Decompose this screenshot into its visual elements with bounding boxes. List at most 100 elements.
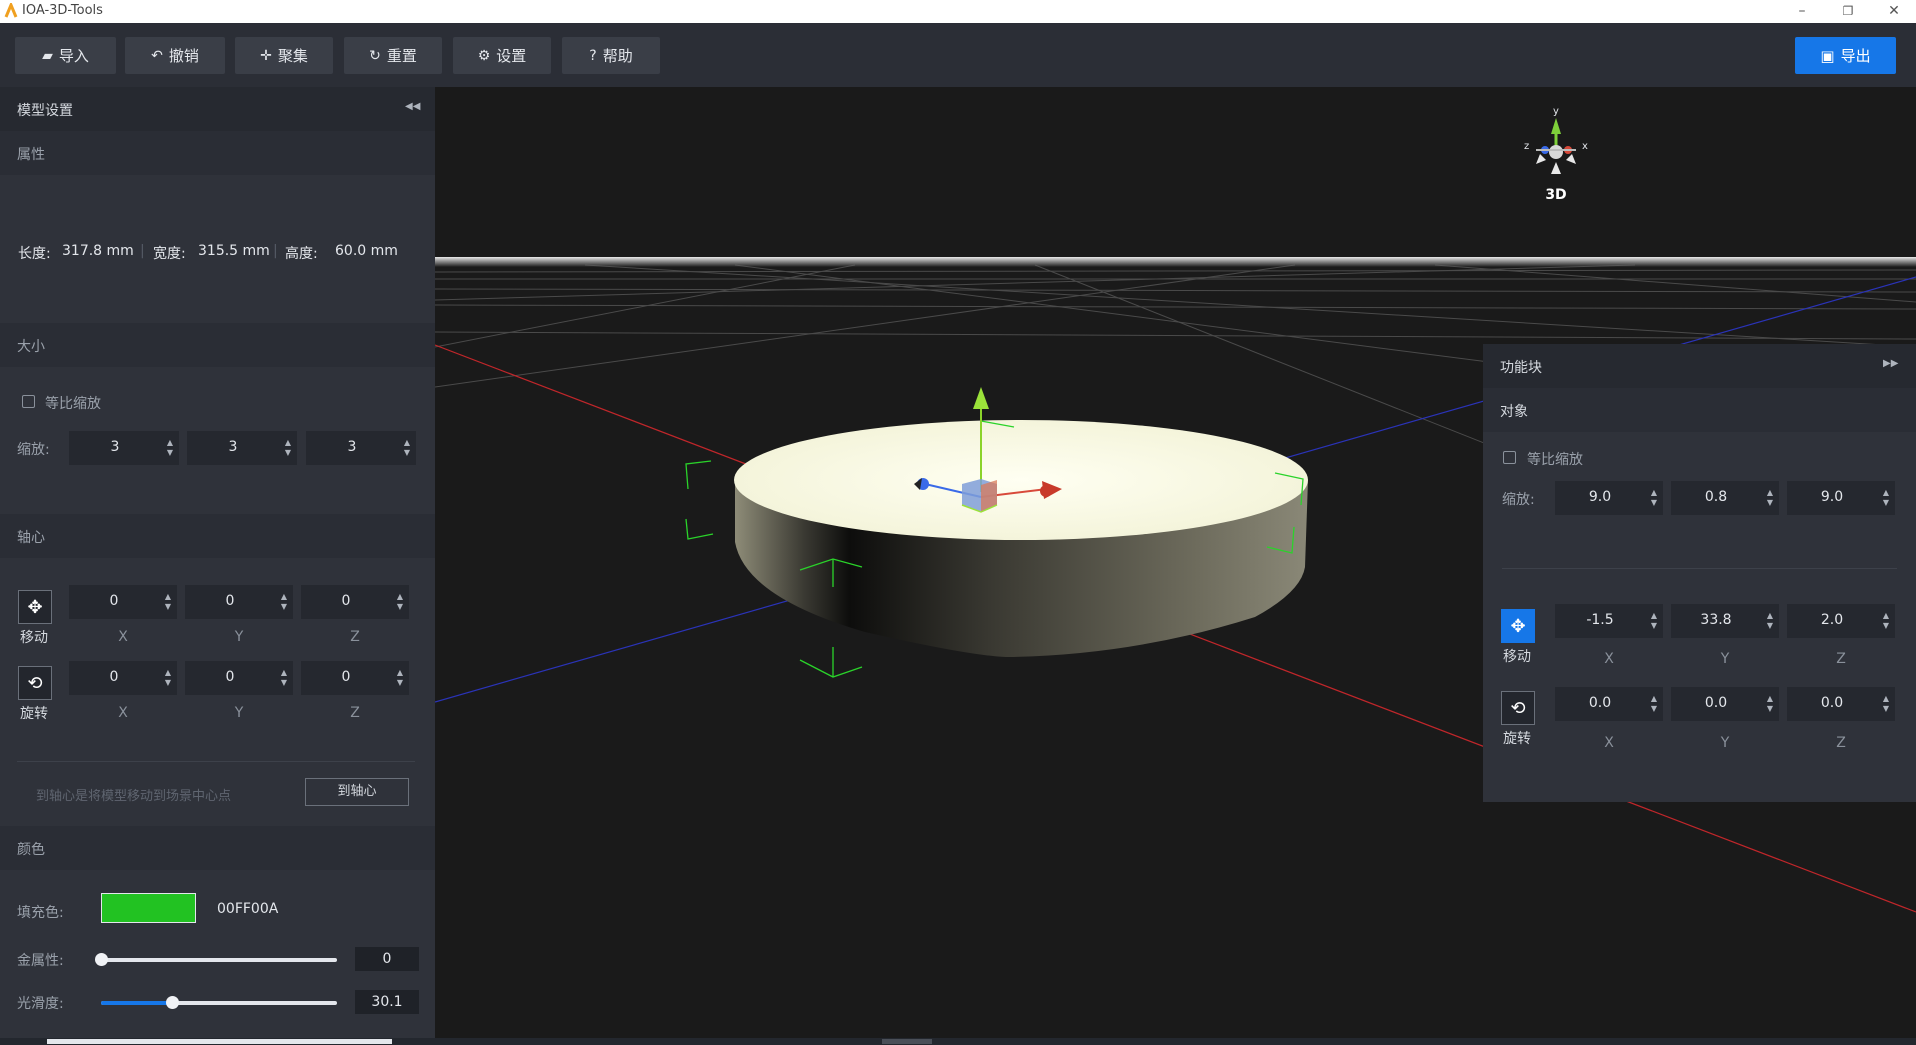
orientation-gizmo[interactable]: y z x 3D bbox=[1520, 106, 1592, 207]
help-label: 帮助 bbox=[602, 47, 633, 65]
undo-button[interactable]: ↶ 撤销 bbox=[125, 37, 225, 74]
proportional-scale-checkbox[interactable] bbox=[22, 395, 35, 408]
cylinder-top[interactable] bbox=[734, 420, 1308, 540]
spin-up-icon[interactable]: ▲ bbox=[397, 593, 403, 601]
spin-up-icon[interactable]: ▲ bbox=[167, 439, 173, 447]
right-proportional-checkbox[interactable] bbox=[1503, 451, 1516, 464]
spin-up-icon[interactable]: ▲ bbox=[281, 669, 287, 677]
scale-y-input[interactable]: 3 ▲ ▼ bbox=[187, 431, 297, 465]
gizmo-y-arrow-icon[interactable] bbox=[973, 387, 989, 409]
spin-up-icon[interactable]: ▲ bbox=[1767, 489, 1773, 497]
object-scale-x-value: 9.0 bbox=[1588, 489, 1612, 505]
viewport-scrollbar-thumb[interactable] bbox=[882, 1039, 932, 1044]
expand-icon[interactable]: ▶▶ bbox=[1883, 358, 1898, 369]
spin-down-icon[interactable]: ▼ bbox=[165, 603, 171, 611]
spin-up-icon[interactable]: ▲ bbox=[1767, 612, 1773, 620]
reset-button[interactable]: ↻ 重置 bbox=[344, 37, 442, 74]
object-scale-x-input[interactable]: 9.0 ▲ ▼ bbox=[1555, 481, 1663, 515]
to-pivot-button[interactable]: 到轴心 bbox=[305, 778, 409, 806]
spin-down-icon[interactable]: ▼ bbox=[1883, 705, 1889, 713]
export-button[interactable]: ▣ 导出 bbox=[1795, 37, 1896, 74]
spin-up-icon[interactable]: ▲ bbox=[1651, 612, 1657, 620]
spin-down-icon[interactable]: ▼ bbox=[397, 679, 403, 687]
object-rotate-z-input[interactable]: 0.0 ▲ ▼ bbox=[1787, 687, 1895, 721]
divider: | bbox=[273, 243, 278, 259]
spin-up-icon[interactable]: ▲ bbox=[165, 593, 171, 601]
smooth-slider-knob[interactable] bbox=[166, 996, 180, 1009]
spin-up-icon[interactable]: ▲ bbox=[281, 593, 287, 601]
spin-down-icon[interactable]: ▼ bbox=[1767, 705, 1773, 713]
spin-down-icon[interactable]: ▼ bbox=[1883, 622, 1889, 630]
object-move-y-input[interactable]: 33.8 ▲ ▼ bbox=[1671, 604, 1779, 638]
scale-z-input[interactable]: 3 ▲ ▼ bbox=[306, 431, 416, 465]
pivot-move-y-input[interactable]: 0 ▲ ▼ bbox=[185, 585, 293, 619]
pivot-rotate-z-input[interactable]: 0 ▲ ▼ bbox=[301, 661, 409, 695]
view-mode-label[interactable]: 3D bbox=[1520, 187, 1592, 203]
spin-up-icon[interactable]: ▲ bbox=[285, 439, 291, 447]
gizmo-x-handle[interactable] bbox=[1040, 485, 1052, 497]
metal-slider-track[interactable] bbox=[101, 958, 337, 962]
metal-slider-knob[interactable] bbox=[95, 953, 108, 966]
minimize-button[interactable]: – bbox=[1780, 0, 1824, 23]
size-header: 大小 bbox=[0, 323, 435, 367]
object-rotate-x-input[interactable]: 0.0 ▲ ▼ bbox=[1555, 687, 1663, 721]
spin-down-icon[interactable]: ▼ bbox=[1883, 499, 1889, 507]
axis-y-label: Y bbox=[234, 705, 244, 721]
rotate-button[interactable]: ⟲ bbox=[18, 666, 52, 700]
spin-down-icon[interactable]: ▼ bbox=[285, 449, 291, 457]
function-block-header: 功能块 ▶▶ bbox=[1483, 344, 1916, 388]
close-button[interactable]: ✕ bbox=[1872, 0, 1916, 23]
object-rotate-button[interactable]: ⟲ bbox=[1501, 691, 1535, 725]
spin-down-icon[interactable]: ▼ bbox=[1767, 499, 1773, 507]
scale-x-input[interactable]: 3 ▲ ▼ bbox=[69, 431, 179, 465]
spin-down-icon[interactable]: ▼ bbox=[1767, 622, 1773, 630]
proportional-scale-label: 等比缩放 bbox=[45, 396, 101, 412]
spin-up-icon[interactable]: ▲ bbox=[1883, 695, 1889, 703]
rotate-icon: ⟲ bbox=[27, 672, 43, 694]
pivot-rotate-y-input[interactable]: 0 ▲ ▼ bbox=[185, 661, 293, 695]
focus-button[interactable]: ✛ 聚集 bbox=[235, 37, 333, 74]
spin-up-icon[interactable]: ▲ bbox=[404, 439, 410, 447]
right-proportional-label: 等比缩放 bbox=[1527, 452, 1583, 468]
object-rotate-y-input[interactable]: 0.0 ▲ ▼ bbox=[1671, 687, 1779, 721]
pivot-move-z-input[interactable]: 0 ▲ ▼ bbox=[301, 585, 409, 619]
help-button[interactable]: ? 帮助 bbox=[562, 37, 660, 74]
spin-up-icon[interactable]: ▲ bbox=[1883, 489, 1889, 497]
spin-down-icon[interactable]: ▼ bbox=[281, 603, 287, 611]
spin-up-icon[interactable]: ▲ bbox=[1651, 489, 1657, 497]
spin-down-icon[interactable]: ▼ bbox=[404, 449, 410, 457]
object-move-button[interactable]: ✥ bbox=[1501, 609, 1535, 643]
spin-down-icon[interactable]: ▼ bbox=[167, 449, 173, 457]
spin-up-icon[interactable]: ▲ bbox=[1651, 695, 1657, 703]
smooth-slider-fill bbox=[101, 1001, 173, 1005]
spin-up-icon[interactable]: ▲ bbox=[1767, 695, 1773, 703]
settings-button[interactable]: ⚙ 设置 bbox=[453, 37, 551, 74]
object-scale-z-input[interactable]: 9.0 ▲ ▼ bbox=[1787, 481, 1895, 515]
object-move-x-input[interactable]: -1.5 ▲ ▼ bbox=[1555, 604, 1663, 638]
object-move-z-input[interactable]: 2.0 ▲ ▼ bbox=[1787, 604, 1895, 638]
import-button[interactable]: ▰ 导入 bbox=[15, 37, 116, 74]
spin-down-icon[interactable]: ▼ bbox=[165, 679, 171, 687]
spin-down-icon[interactable]: ▼ bbox=[1651, 705, 1657, 713]
object-scale-y-input[interactable]: 0.8 ▲ ▼ bbox=[1671, 481, 1779, 515]
spin-down-icon[interactable]: ▼ bbox=[397, 603, 403, 611]
pivot-rotate-x-input[interactable]: 0 ▲ ▼ bbox=[69, 661, 177, 695]
move-button[interactable]: ✥ bbox=[18, 590, 52, 624]
restore-button[interactable]: ❐ bbox=[1826, 0, 1870, 23]
fill-color-swatch[interactable] bbox=[101, 893, 196, 923]
collapse-icon[interactable]: ◀◀ bbox=[405, 101, 420, 112]
spin-up-icon[interactable]: ▲ bbox=[1883, 612, 1889, 620]
axis-y-label: Y bbox=[234, 629, 244, 645]
spin-up-icon[interactable]: ▲ bbox=[397, 669, 403, 677]
horizontal-scrollbar-thumb[interactable] bbox=[47, 1039, 392, 1044]
metal-value[interactable]: 0 bbox=[355, 947, 419, 971]
spin-down-icon[interactable]: ▼ bbox=[1651, 499, 1657, 507]
divider: | bbox=[140, 243, 145, 259]
spin-down-icon[interactable]: ▼ bbox=[1651, 622, 1657, 630]
spin-down-icon[interactable]: ▼ bbox=[281, 679, 287, 687]
spin-up-icon[interactable]: ▲ bbox=[165, 669, 171, 677]
smooth-value[interactable]: 30.1 bbox=[355, 990, 419, 1014]
panel-title: 模型设置 bbox=[17, 103, 73, 119]
fill-color-label: 填充色: bbox=[17, 905, 64, 921]
pivot-move-x-input[interactable]: 0 ▲ ▼ bbox=[69, 585, 177, 619]
